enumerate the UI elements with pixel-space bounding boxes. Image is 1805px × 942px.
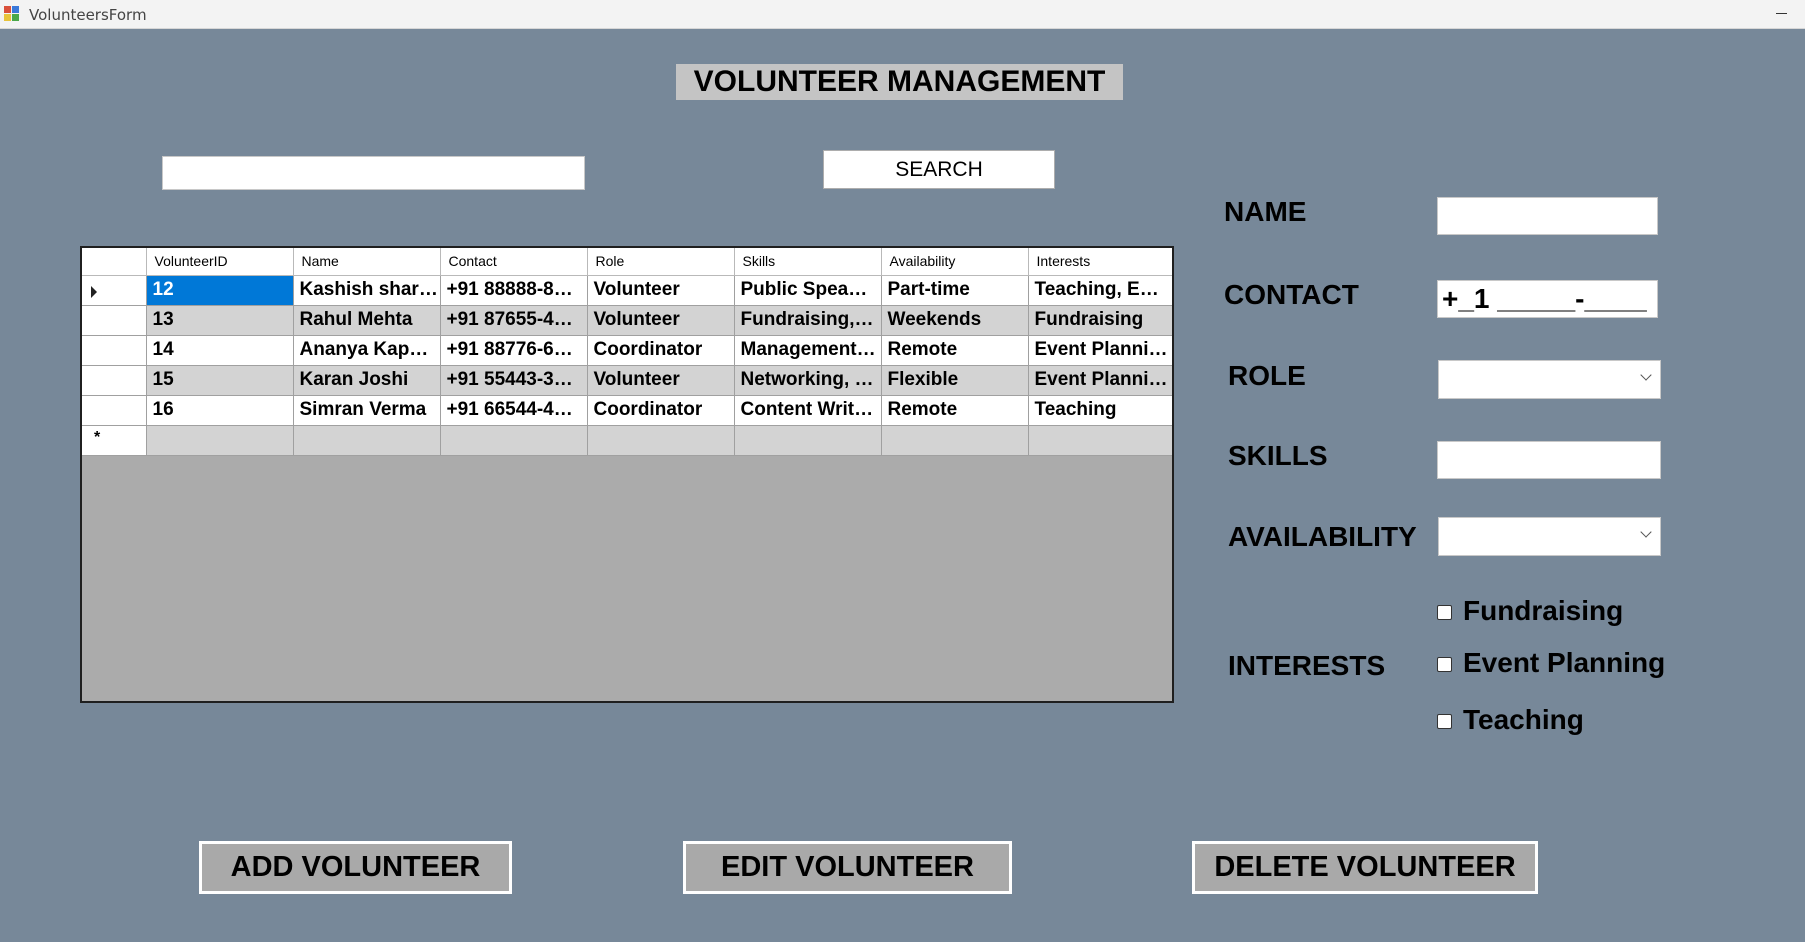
row-header[interactable] — [82, 275, 147, 306]
role-dropdown[interactable] — [1438, 360, 1661, 399]
volunteers-table: VolunteerID Name Contact Role Skills Ava… — [82, 248, 1172, 456]
table-cell[interactable]: 13 — [146, 305, 294, 336]
table-cell[interactable]: 15 — [146, 365, 294, 396]
table-cell[interactable]: Event Planni… — [1028, 335, 1172, 366]
column-header-availability[interactable]: Availability — [881, 248, 1029, 276]
grid-corner-header[interactable] — [82, 248, 147, 276]
table-cell[interactable]: Rahul Mehta — [293, 305, 441, 336]
teaching-checkbox-label[interactable]: Teaching — [1463, 704, 1584, 736]
table-cell[interactable] — [293, 425, 441, 456]
table-cell[interactable]: +91 88888-8… — [440, 275, 588, 306]
fundraising-checkbox-label[interactable]: Fundraising — [1463, 595, 1623, 627]
table-cell[interactable]: Volunteer — [587, 365, 735, 396]
availability-dropdown[interactable] — [1438, 517, 1661, 556]
teaching-checkbox[interactable] — [1437, 714, 1452, 729]
search-button[interactable]: SEARCH — [823, 150, 1055, 189]
table-cell[interactable]: Management… — [734, 335, 882, 366]
table-cell[interactable]: Simran Verma — [293, 395, 441, 426]
table-cell[interactable] — [1028, 425, 1172, 456]
new-row-marker: * — [94, 428, 101, 446]
table-cell[interactable]: 14 — [146, 335, 294, 366]
chevron-down-icon[interactable] — [1640, 526, 1652, 538]
name-field[interactable] — [1437, 197, 1658, 235]
table-cell[interactable]: Fundraising — [1028, 305, 1172, 336]
table-cell[interactable] — [881, 425, 1029, 456]
row-header[interactable]: * — [82, 425, 147, 456]
table-cell[interactable]: +91 55443-3… — [440, 365, 588, 396]
chevron-down-icon[interactable] — [1640, 369, 1652, 381]
table-cell[interactable]: 12 — [146, 275, 294, 306]
row-header[interactable] — [82, 365, 147, 396]
row-header[interactable] — [82, 395, 147, 426]
column-header-contact[interactable]: Contact — [440, 248, 588, 276]
table-cell[interactable]: Coordinator — [587, 335, 735, 366]
new-row[interactable]: * — [82, 425, 1172, 456]
table-cell[interactable]: +91 87655-4… — [440, 305, 588, 336]
table-cell[interactable]: Coordinator — [587, 395, 735, 426]
table-row[interactable]: 13 Rahul Mehta +91 87655-4… Volunteer Fu… — [82, 305, 1172, 336]
table-cell[interactable]: Volunteer — [587, 305, 735, 336]
column-header-role[interactable]: Role — [587, 248, 735, 276]
table-cell[interactable]: Teaching, E… — [1028, 275, 1172, 306]
delete-volunteer-button[interactable]: DELETE VOLUNTEER — [1192, 841, 1538, 894]
table-cell[interactable]: Volunteer — [587, 275, 735, 306]
name-label: NAME — [1224, 196, 1307, 227]
grid-header-row: VolunteerID Name Contact Role Skills Ava… — [82, 248, 1172, 276]
skills-label: SKILLS — [1228, 440, 1328, 471]
column-header-volunteerid[interactable]: VolunteerID — [146, 248, 294, 276]
column-header-name[interactable]: Name — [293, 248, 441, 276]
table-cell[interactable]: Ananya Kap… — [293, 335, 441, 366]
row-header[interactable] — [82, 305, 147, 336]
table-cell[interactable] — [734, 425, 882, 456]
table-cell[interactable]: +91 88776-6… — [440, 335, 588, 366]
table-row[interactable]: 14 Ananya Kap… +91 88776-6… Coordinator … — [82, 335, 1172, 366]
volunteers-grid[interactable]: VolunteerID Name Contact Role Skills Ava… — [80, 246, 1174, 703]
table-cell[interactable]: Event Planni… — [1028, 365, 1172, 396]
table-cell[interactable]: Weekends — [881, 305, 1029, 336]
role-label: ROLE — [1228, 360, 1306, 391]
app-icon — [4, 6, 20, 22]
table-cell[interactable] — [146, 425, 294, 456]
current-row-arrow-icon — [91, 285, 97, 298]
table-cell[interactable] — [587, 425, 735, 456]
window-title: VolunteersForm — [29, 6, 147, 24]
table-cell[interactable] — [440, 425, 588, 456]
availability-label: AVAILABILITY — [1228, 521, 1417, 552]
contact-label: CONTACT — [1224, 279, 1359, 310]
table-cell[interactable]: Fundraising,… — [734, 305, 882, 336]
table-cell[interactable]: Networking, … — [734, 365, 882, 396]
column-header-skills[interactable]: Skills — [734, 248, 882, 276]
minimize-button[interactable] — [1759, 0, 1805, 29]
event-planning-checkbox-label[interactable]: Event Planning — [1463, 647, 1665, 679]
interests-label: INTERESTS — [1228, 650, 1386, 681]
row-header[interactable] — [82, 335, 147, 366]
table-cell[interactable]: 16 — [146, 395, 294, 426]
table-cell[interactable]: Remote — [881, 395, 1029, 426]
add-volunteer-button[interactable]: ADD VOLUNTEER — [199, 841, 512, 894]
table-cell[interactable]: Remote — [881, 335, 1029, 366]
table-row[interactable]: 15 Karan Joshi +91 55443-3… Volunteer Ne… — [82, 365, 1172, 396]
table-cell[interactable]: Teaching — [1028, 395, 1172, 426]
table-cell[interactable]: Content Writ… — [734, 395, 882, 426]
fundraising-checkbox[interactable] — [1437, 605, 1452, 620]
event-planning-checkbox[interactable] — [1437, 657, 1452, 672]
table-cell[interactable]: Kashish shar… — [293, 275, 441, 306]
skills-field[interactable] — [1437, 441, 1661, 479]
table-cell[interactable]: Public Spea… — [734, 275, 882, 306]
edit-volunteer-button[interactable]: EDIT VOLUNTEER — [683, 841, 1012, 894]
page-title: VOLUNTEER MANAGEMENT — [676, 64, 1123, 100]
table-row[interactable]: 12 Kashish shar… +91 88888-8… Volunteer … — [82, 275, 1172, 306]
table-row[interactable]: 16 Simran Verma +91 66544-4… Coordinator… — [82, 395, 1172, 426]
table-cell[interactable]: Flexible — [881, 365, 1029, 396]
search-input[interactable] — [162, 156, 585, 190]
column-header-interests[interactable]: Interests — [1028, 248, 1172, 276]
table-cell[interactable]: +91 66544-4… — [440, 395, 588, 426]
contact-field[interactable] — [1437, 280, 1658, 318]
table-cell[interactable]: Part-time — [881, 275, 1029, 306]
table-cell[interactable]: Karan Joshi — [293, 365, 441, 396]
window-titlebar: VolunteersForm — [0, 0, 1805, 29]
